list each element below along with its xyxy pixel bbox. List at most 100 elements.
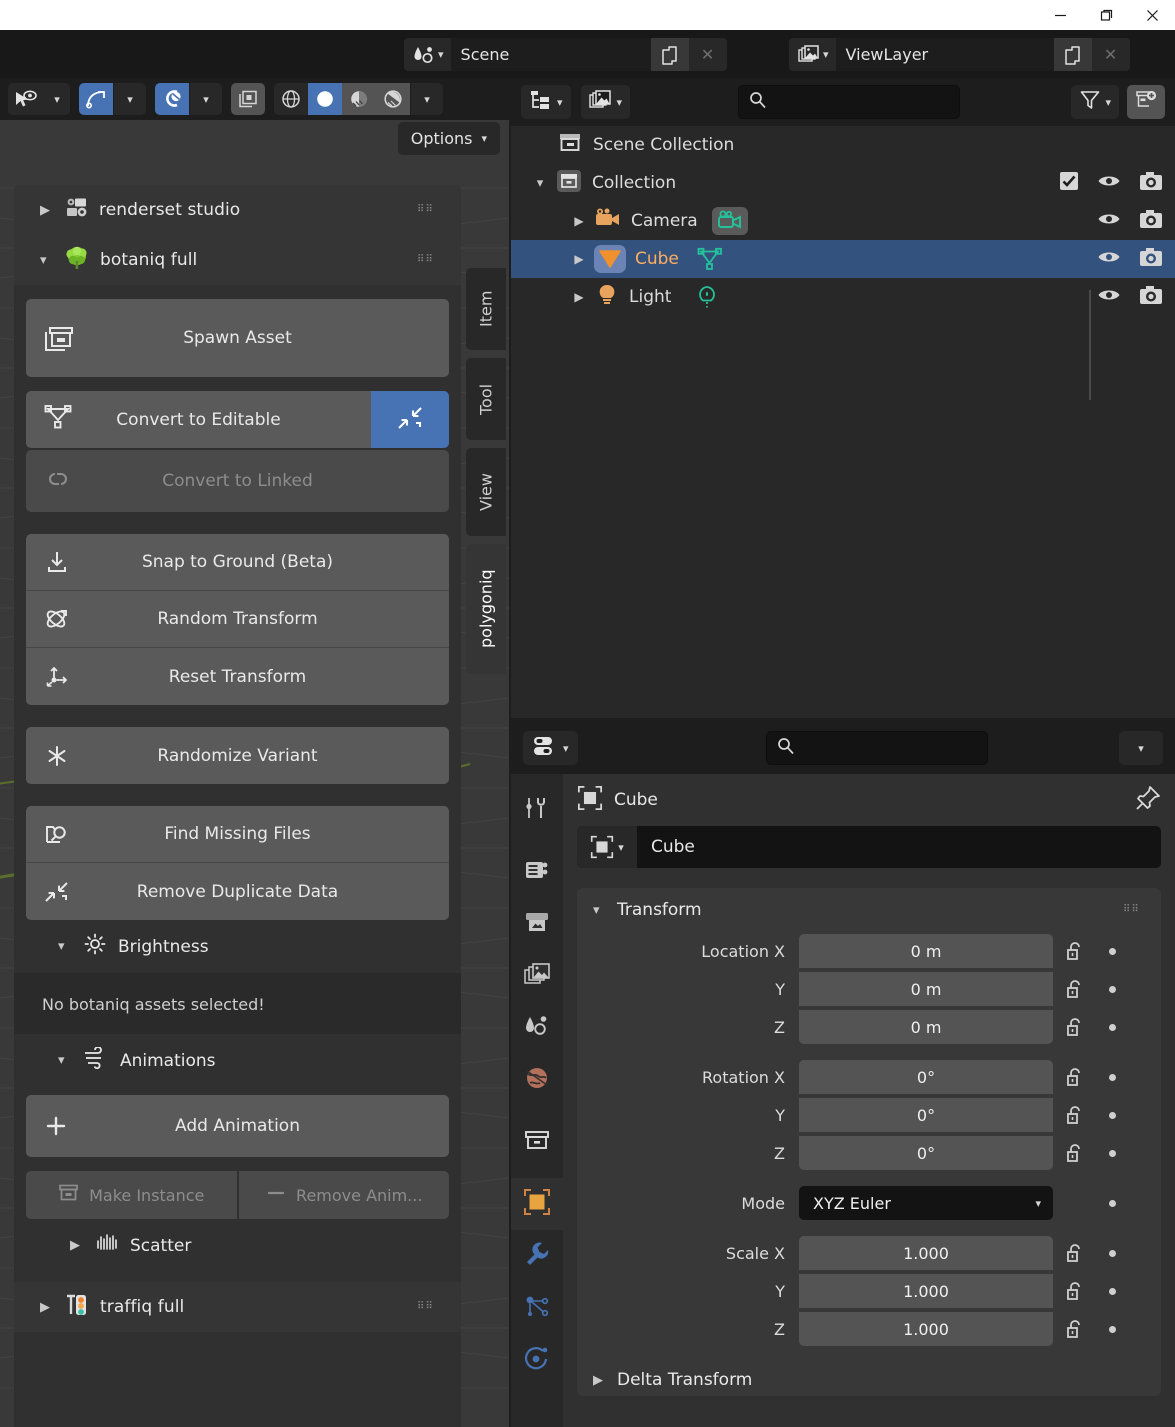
minimize-button[interactable]: [1037, 0, 1083, 30]
convert-to-linked-button[interactable]: Convert to Linked: [26, 450, 449, 512]
rotation-mode-select[interactable]: XYZ Euler ▾: [799, 1186, 1053, 1220]
object-mode-group[interactable]: ▾: [8, 83, 70, 115]
location-y-animate-dot[interactable]: [1099, 985, 1125, 993]
rotation-x-lock-icon[interactable]: [1053, 1066, 1099, 1088]
properties-tab-view-layer[interactable]: [511, 950, 563, 1002]
properties-editor[interactable]: ▾ ▾ Cube ▾ Cube ▾ Transform ⠿⠿ Location …: [511, 722, 1175, 1427]
outliner-row-collection[interactable]: ▾ Collection: [511, 164, 1175, 202]
random-transform-button[interactable]: Random Transform: [26, 591, 449, 648]
collection-checkbox[interactable]: [1059, 171, 1079, 196]
brightness-subpanel-header[interactable]: ▾ Brightness: [26, 920, 449, 973]
chevron-down-icon[interactable]: ▾: [525, 176, 555, 191]
light-data-icon[interactable]: [695, 285, 719, 309]
rendered-shading-icon[interactable]: [376, 83, 410, 115]
rotation-y-lock-icon[interactable]: [1053, 1104, 1099, 1126]
new-collection-button[interactable]: [1127, 85, 1165, 119]
properties-tab-scene[interactable]: [511, 1002, 563, 1054]
properties-tab-particles[interactable]: [511, 1282, 563, 1334]
scene-browse-icon[interactable]: ▾: [404, 38, 451, 71]
sidebar-tab-item[interactable]: Item: [466, 268, 506, 350]
transform-pivot-group[interactable]: ▾: [79, 83, 146, 115]
remove-viewlayer-button[interactable]: ✕: [1091, 38, 1130, 71]
remove-duplicate-data-button[interactable]: Remove Duplicate Data: [26, 863, 449, 920]
rotation-y-animate-dot[interactable]: [1099, 1111, 1125, 1119]
rotation-x-animate-dot[interactable]: [1099, 1073, 1125, 1081]
wireframe-shading-icon[interactable]: [274, 83, 308, 115]
location-x-animate-dot[interactable]: [1099, 947, 1125, 955]
location-x-input[interactable]: 0 m: [799, 934, 1053, 968]
spawn-asset-button[interactable]: Spawn Asset: [26, 299, 449, 377]
drag-grip-icon[interactable]: ⠿⠿: [417, 1302, 439, 1312]
new-scene-button[interactable]: [650, 38, 689, 71]
outliner-row-cube[interactable]: ▶ Cube: [511, 240, 1175, 278]
outliner-display-mode-button[interactable]: ▾: [521, 85, 571, 119]
viewport-3d[interactable]: ▾ ▾ ▾ ▾ Options ▾ ▶ renderset studio ⠿⠿ …: [0, 78, 509, 1427]
location-y-lock-icon[interactable]: [1053, 978, 1099, 1000]
eye-icon[interactable]: [1097, 286, 1121, 309]
eye-icon[interactable]: [1097, 210, 1121, 233]
sidebar-n-panel[interactable]: ▶ renderset studio ⠿⠿ ▾ botaniq full ⠿⠿ …: [14, 185, 461, 1427]
properties-tab-world[interactable]: [511, 1054, 563, 1106]
transform-pivot-icon[interactable]: [79, 83, 113, 115]
new-viewlayer-button[interactable]: [1053, 38, 1092, 71]
chevron-right-icon[interactable]: ▶: [564, 290, 594, 304]
add-animation-button[interactable]: Add Animation: [26, 1095, 449, 1157]
object-mode-chevron-down-icon[interactable]: ▾: [44, 83, 70, 115]
location-z-input[interactable]: 0 m: [799, 1010, 1053, 1044]
scale-y-input[interactable]: 1.000: [799, 1274, 1053, 1308]
find-missing-files-button[interactable]: Find Missing Files: [26, 806, 449, 863]
make-instance-button[interactable]: Make Instance: [26, 1171, 239, 1219]
outliner-filter-button[interactable]: ▾: [1071, 85, 1119, 119]
outliner-row-light[interactable]: ▶ Light: [511, 278, 1175, 316]
properties-tab-render[interactable]: [511, 846, 563, 898]
object-name-field[interactable]: ▾ Cube: [577, 826, 1161, 868]
convert-editable-collapse-button[interactable]: [371, 391, 449, 448]
viewlayer-browse-icon[interactable]: ▾: [789, 38, 836, 71]
maximize-button[interactable]: [1083, 0, 1129, 30]
unlink-scene-button[interactable]: ✕: [688, 38, 727, 71]
scale-y-lock-icon[interactable]: [1053, 1280, 1099, 1302]
camera-data-icon[interactable]: [711, 207, 748, 235]
outliner-search-input[interactable]: [738, 85, 961, 119]
location-z-animate-dot[interactable]: [1099, 1023, 1125, 1031]
scale-z-lock-icon[interactable]: [1053, 1318, 1099, 1340]
snap-to-ground-button[interactable]: Snap to Ground (Beta): [26, 534, 449, 591]
scale-z-input[interactable]: 1.000: [799, 1312, 1053, 1346]
shading-mode-group[interactable]: ▾: [274, 83, 443, 115]
outliner-filter-id-button[interactable]: ▾: [580, 85, 631, 119]
eye-icon[interactable]: [1097, 248, 1121, 271]
outliner-row-scene-collection[interactable]: Scene Collection: [511, 126, 1175, 164]
rotation-x-input[interactable]: 0°: [799, 1060, 1053, 1094]
transform-pivot-chevron-down-icon[interactable]: ▾: [114, 83, 146, 115]
snap-group[interactable]: ▾: [155, 83, 222, 115]
delta-transform-panel-header[interactable]: ▶ Delta Transform: [577, 1360, 1161, 1390]
camera-icon[interactable]: [1139, 247, 1163, 272]
properties-tab-modifiers[interactable]: [511, 1230, 563, 1282]
viewport-options-button[interactable]: Options ▾: [397, 122, 500, 155]
panel-header-botaniq-full[interactable]: ▾ botaniq full ⠿⠿: [14, 235, 461, 285]
drag-grip-icon[interactable]: ⠿⠿: [417, 255, 439, 265]
solid-shading-icon[interactable]: [308, 83, 342, 115]
object-datablock-button[interactable]: ▾: [577, 826, 637, 868]
drag-grip-icon[interactable]: ⠿⠿: [417, 205, 439, 215]
properties-tab-tool[interactable]: [511, 784, 563, 836]
panel-header-renderset-studio[interactable]: ▶ renderset studio ⠿⠿: [14, 185, 461, 235]
outliner-editor[interactable]: ▾ ▾ ▾ Scene Collection ▾ Collection ▶ Ca…: [511, 78, 1175, 718]
convert-to-editable-button[interactable]: Convert to Editable: [26, 391, 371, 448]
scale-z-animate-dot[interactable]: [1099, 1325, 1125, 1333]
sidebar-tab-polygoniq[interactable]: polygoniq: [466, 544, 506, 674]
viewlayer-selector[interactable]: ▾ ViewLayer ✕: [789, 38, 1130, 71]
proportional-editing-group[interactable]: [231, 83, 265, 115]
mesh-data-icon[interactable]: [697, 247, 723, 271]
properties-options-button[interactable]: ▾: [1119, 731, 1163, 765]
snap-chevron-down-icon[interactable]: ▾: [190, 83, 222, 115]
reset-transform-button[interactable]: Reset Transform: [26, 648, 449, 705]
properties-editor-type-button[interactable]: ▾: [523, 731, 578, 765]
scale-x-animate-dot[interactable]: [1099, 1249, 1125, 1257]
scale-x-input[interactable]: 1.000: [799, 1236, 1053, 1270]
properties-search-input[interactable]: [765, 731, 988, 765]
chevron-right-icon[interactable]: ▶: [564, 214, 594, 228]
rotation-y-input[interactable]: 0°: [799, 1098, 1053, 1132]
camera-icon[interactable]: [1139, 171, 1163, 196]
sidebar-tab-tool[interactable]: Tool: [466, 358, 506, 440]
